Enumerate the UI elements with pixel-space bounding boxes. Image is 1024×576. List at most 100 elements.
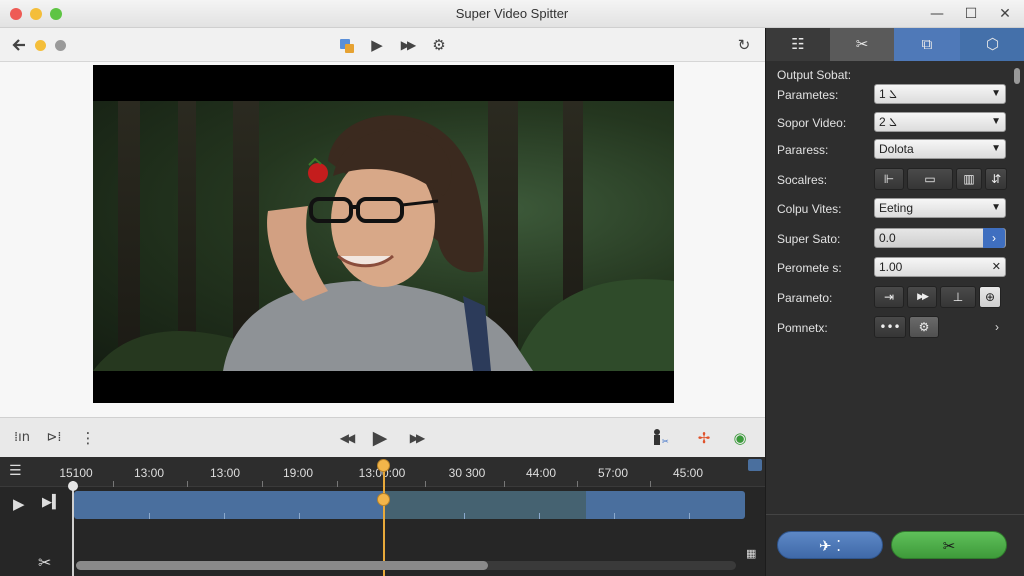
add-button[interactable]: ⊕ xyxy=(979,286,1001,308)
row-label: Pomnetx: xyxy=(777,321,828,335)
chevron-down-icon: ▼ xyxy=(991,202,1001,213)
split-tool-icon[interactable]: ✂ xyxy=(38,553,51,572)
select-value: ܠ 1 xyxy=(879,87,897,101)
playback-controls: ⁞ın ⊳⁞ ⋮ ◀◀ ▶ ▶▶ ✂ ✢ ◉ xyxy=(0,417,765,457)
minimize-button[interactable]: — xyxy=(926,4,948,24)
colpu-vites-select[interactable]: Eeting ▼ xyxy=(874,198,1006,218)
rewind-button[interactable]: ◀◀ xyxy=(336,427,356,449)
row-label: Parameto: xyxy=(777,291,833,305)
clip-tick xyxy=(614,513,615,519)
tab-layers[interactable]: ⧉ xyxy=(894,28,960,61)
arrow-left-icon[interactable] xyxy=(8,34,30,56)
clip-tick xyxy=(464,513,465,519)
super-video-select[interactable]: ܠ 2 ▼ xyxy=(874,112,1006,132)
tick-label: 15100 xyxy=(59,466,93,480)
clip-add-icon[interactable] xyxy=(336,34,358,56)
ruler-tick xyxy=(113,481,114,487)
timeline-scrollbar[interactable] xyxy=(76,561,736,570)
panel-scrollbar-thumb[interactable] xyxy=(1014,68,1020,84)
window-title: Super Video Spitter xyxy=(455,6,569,21)
ruler-tick xyxy=(650,481,651,487)
chevron-right-icon[interactable]: › xyxy=(983,228,1005,248)
playhead-top-handle[interactable] xyxy=(377,459,390,472)
swap-button[interactable]: ⇵ xyxy=(985,168,1007,190)
more-options-icon[interactable]: ⋮ xyxy=(78,427,98,449)
parametes-select[interactable]: ܠ 1 ▼ xyxy=(874,84,1006,104)
row-label: Peromete s: xyxy=(777,261,842,275)
track-play-icon[interactable]: ▶ xyxy=(13,495,25,513)
row-label: Super Sato: xyxy=(777,232,841,246)
row-label: Pararess: xyxy=(777,143,829,157)
cut-action-button[interactable]: ✂ xyxy=(891,531,1007,559)
super-sato-slider[interactable]: 0.0 › xyxy=(874,228,1006,248)
playhead-line[interactable] xyxy=(383,463,385,576)
start-marker-handle[interactable] xyxy=(68,481,78,491)
tab-export[interactable]: ⬡ xyxy=(960,28,1024,61)
row-label: Socalres: xyxy=(777,173,828,187)
select-value: ܠ 2 xyxy=(879,115,897,129)
play-button-main[interactable]: ▶ xyxy=(370,427,390,449)
parameto-button-group: ⇥ ▶▶ ⊥ ⊕ xyxy=(874,286,1001,308)
pararess-select[interactable]: Dolota ▼ xyxy=(874,139,1006,159)
title-bar: Super Video Spitter — ☐ ✕ xyxy=(0,0,1024,28)
chevron-down-icon: ▼ xyxy=(991,143,1001,154)
timeline-menu-icon[interactable]: ☰ xyxy=(9,463,22,479)
peromete-input[interactable]: 1.00 ✕ xyxy=(874,257,1006,277)
record-icon[interactable]: ◉ xyxy=(730,427,750,449)
panel-scrollbar[interactable] xyxy=(1014,68,1020,323)
refresh-icon[interactable]: ↻ xyxy=(733,34,755,56)
forward-button[interactable]: ▶▶ xyxy=(406,427,426,449)
properties-panel: ☷ ✂ ⧉ ⬡ Output Sobat: Parametes: ܠ 1 ▼ So… xyxy=(765,28,1024,576)
fast-forward-button[interactable]: ▶▶ xyxy=(907,286,937,308)
frame-button[interactable]: ▭ xyxy=(907,168,953,190)
clip-tick xyxy=(149,513,150,519)
align-left-button[interactable]: ⊩ xyxy=(874,168,904,190)
status-dot-yellow xyxy=(35,40,46,51)
maximize-button[interactable]: ☐ xyxy=(960,4,982,24)
zoom-fit-icon[interactable] xyxy=(748,459,762,471)
tick-label: 30 300 xyxy=(448,466,486,480)
more-button[interactable]: ••• xyxy=(874,316,906,338)
play-button[interactable]: ▶ xyxy=(366,34,388,56)
timeline-scrollbar-thumb[interactable] xyxy=(76,561,488,570)
selected-segment[interactable] xyxy=(384,491,586,519)
fast-forward-button[interactable]: ▶▶ xyxy=(396,34,418,56)
select-value: Dolota xyxy=(879,142,914,156)
tab-cut[interactable]: ✂ xyxy=(830,28,894,61)
close-button[interactable]: ✕ xyxy=(994,4,1016,24)
tab-list[interactable]: ☷ xyxy=(766,28,830,61)
track-next-icon[interactable]: ▶▍ xyxy=(42,495,62,510)
ruler-tick xyxy=(262,481,263,487)
toolbar: ▶ ▶▶ ⚙ ↻ xyxy=(0,28,765,62)
clip-list-icon[interactable]: ⁞ın xyxy=(12,427,32,449)
slider-value: 0.0 xyxy=(879,231,896,245)
grid-button[interactable]: ▥ xyxy=(956,168,982,190)
video-track-clip[interactable] xyxy=(74,491,745,519)
baseline-button[interactable]: ⊥ xyxy=(940,286,976,308)
person-illustration xyxy=(93,115,674,371)
svg-text:✂: ✂ xyxy=(662,437,669,446)
panel-tabs: ☷ ✂ ⧉ ⬡ xyxy=(766,28,1024,61)
chevron-down-icon: ▼ xyxy=(991,116,1001,127)
playhead-track-handle[interactable] xyxy=(377,493,390,506)
tick-label: 57:00 xyxy=(597,466,629,480)
gear-icon[interactable]: ⚙ xyxy=(909,316,939,338)
section-title: Output Sobat: xyxy=(777,68,852,82)
timeline-settings-icon[interactable]: ▦ xyxy=(746,547,756,560)
row-chevron-right-icon[interactable]: › xyxy=(995,320,999,334)
split-marker-icon[interactable]: ⊳⁞ xyxy=(44,427,64,449)
panel-divider xyxy=(766,514,1024,515)
jump-button[interactable]: ⇥ xyxy=(874,286,904,308)
audio-track-icon[interactable]: ✂ xyxy=(650,427,672,449)
marker-icon[interactable]: ✢ xyxy=(694,427,714,449)
input-value: 1.00 xyxy=(879,260,903,274)
tick-label: 13:00 xyxy=(209,466,241,480)
clip-tick xyxy=(689,513,690,519)
settings-gear-icon[interactable]: ⚙ xyxy=(428,34,450,56)
row-label: Parametes: xyxy=(777,88,839,102)
split-action-button[interactable]: ✈ ⁚ xyxy=(777,531,883,559)
close-icon[interactable]: ✕ xyxy=(992,258,1001,276)
row-label: Sopor Video: xyxy=(777,116,847,130)
video-frame[interactable] xyxy=(93,65,674,403)
preview-area xyxy=(0,62,765,417)
